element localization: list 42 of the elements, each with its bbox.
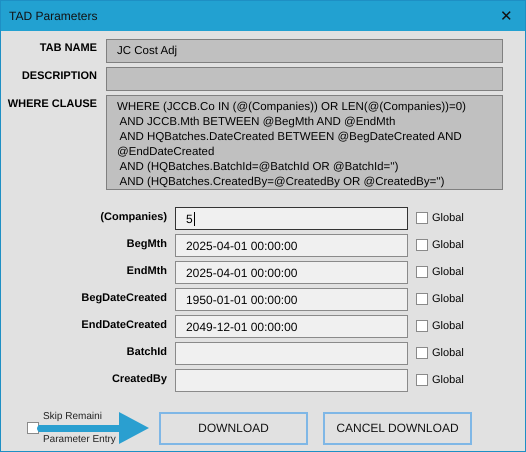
- field-label: WHERE CLAUSE: [6, 97, 97, 112]
- checkbox-label: Global: [432, 320, 464, 332]
- parameter-label: (Companies): [99, 210, 167, 223]
- where-clause-field[interactable]: WHERE (JCCB.Co IN (@(Companies)) OR LEN(@(Companies))=0) AND JCCB.Mth BETWEEN @BegMth AND @EndMth AND HQBatches.DateCreated BETWEEN @BegDateCreated AND @EndDateCreated AND (HQBatches.BatchId=@BatchId OR @BatchId='') AND (HQBatches.CreatedBy=@CreatedBy OR @CreatedBy=''): [106, 95, 503, 190]
- parameter-field[interactable]: [175, 342, 408, 365]
- close-button[interactable]: ✕: [496, 7, 517, 25]
- parameter-field[interactable]: 5: [175, 207, 408, 230]
- parameter-field[interactable]: 2025-04-01 00:00:00: [175, 234, 408, 257]
- field-label: DESCRIPTION: [20, 69, 97, 84]
- parameter-label: EndDateCreated: [80, 318, 167, 331]
- parameter-label: EndMth: [126, 264, 167, 277]
- global-checkbox[interactable]: [416, 266, 428, 278]
- checkbox-label: Global: [432, 212, 464, 224]
- checkbox-label: Global: [432, 239, 464, 251]
- skip-checkbox[interactable]: [27, 422, 39, 434]
- global-checkbox[interactable]: [416, 347, 428, 359]
- arrow-icon: [35, 411, 151, 445]
- parameter-label: CreatedBy: [110, 372, 167, 385]
- global-checkbox[interactable]: [416, 239, 428, 251]
- global-checkbox[interactable]: [416, 320, 428, 332]
- field-label: TAB NAME: [38, 41, 97, 56]
- window-title: TAD Parameters: [9, 9, 98, 23]
- text-field[interactable]: JC Cost Adj: [106, 39, 503, 63]
- parameter-field[interactable]: 2049-12-01 00:00:00: [175, 315, 408, 338]
- checkbox-label: Skip Remaini: [43, 410, 103, 423]
- checkbox-label: Global: [432, 266, 464, 278]
- checkbox-label: Parameter Entry: [43, 433, 116, 446]
- cancel-button[interactable]: CANCEL DOWNLOAD: [323, 412, 472, 444]
- global-checkbox[interactable]: [416, 293, 428, 305]
- global-checkbox[interactable]: [416, 374, 428, 386]
- text-field[interactable]: [106, 67, 503, 91]
- download-button[interactable]: DOWNLOAD: [159, 412, 308, 444]
- parameter-field[interactable]: 1950-01-01 00:00:00: [175, 288, 408, 311]
- parameter-field[interactable]: 2025-04-01 00:00:00: [175, 261, 408, 284]
- parameter-field[interactable]: [175, 369, 408, 392]
- checkbox-label: Global: [432, 293, 464, 305]
- checkbox-label: Global: [432, 347, 464, 359]
- global-checkbox[interactable]: [416, 212, 428, 224]
- parameter-label: BatchId: [126, 345, 167, 358]
- parameter-label: BegDateCreated: [80, 291, 167, 304]
- parameter-label: BegMth: [126, 237, 167, 250]
- checkbox-label: Global: [432, 374, 464, 386]
